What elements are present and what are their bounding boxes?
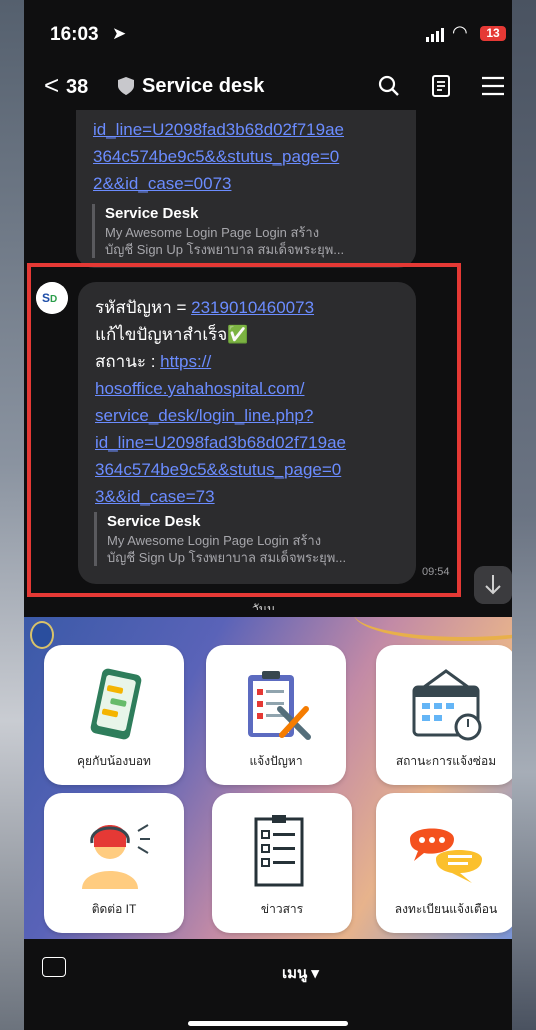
verified-shield-icon — [118, 77, 134, 95]
decorative-swoosh — [354, 617, 512, 641]
background-right — [512, 0, 536, 1030]
preview-description: บัญชี Sign Up โรงพยาบาล สมเด็จพระยุพ... — [105, 242, 345, 257]
speech-bubbles-icon — [410, 828, 482, 883]
unread-count[interactable]: 38 — [66, 76, 88, 99]
tile-label: ลงทะเบียนแจ้งเตือน — [394, 902, 498, 916]
clipboard-tools-icon — [248, 671, 311, 740]
menu-tile-report-problem[interactable]: แจ้งปัญหา — [206, 645, 346, 785]
phone-screen: 16:03 ➤ ◠ 13 < 38 Service desk id_line=U… — [24, 0, 512, 1030]
chat-area: id_line=U2098fad3b68d02f719ae 364c574be9… — [24, 110, 512, 610]
background-left — [0, 0, 24, 1030]
notes-icon[interactable] — [428, 73, 454, 99]
tile-label: ข่าวสาร — [260, 902, 304, 916]
keyboard-icon[interactable] — [42, 957, 66, 977]
bottom-bar: เมนู ▾ — [24, 939, 512, 1030]
menu-tile-repair-status[interactable]: สถานะการแจ้งซ่อม — [376, 645, 512, 785]
preview-description: My Awesome Login Page Login สร้าง — [105, 225, 320, 240]
calendar-clock-icon — [412, 669, 482, 741]
chat-phone-icon — [90, 668, 142, 740]
preview-title: Service Desk — [105, 205, 199, 222]
chat-header: < 38 Service desk — [24, 62, 512, 110]
tile-label: แจ้งปัญหา — [249, 754, 303, 768]
hamburger-menu-icon[interactable] — [480, 73, 506, 99]
status-time: 16:03 — [50, 24, 99, 45]
cellular-signal-icon — [426, 28, 444, 42]
rich-menu: คุยกับน้องบอท แจ้งปัญหา สถานะการแจ้งซ่อม… — [24, 617, 512, 939]
tile-label: ติดต่อ IT — [91, 902, 137, 916]
tile-label: คุยกับน้องบอท — [77, 754, 151, 768]
message-text: id_line=U2098fad3b68d02f719ae 364c574be9… — [93, 116, 344, 197]
scroll-down-button[interactable] — [474, 566, 512, 604]
link-preview[interactable]: Service Desk My Awesome Login Page Login… — [92, 204, 405, 258]
battery-indicator: 13 — [480, 26, 506, 41]
message-link-line[interactable]: 2&&id_case=0073 — [93, 170, 344, 197]
home-indicator — [188, 1021, 348, 1026]
message-link-line[interactable]: 364c574be9c5&&stutus_page=0 — [93, 143, 344, 170]
back-chevron-icon[interactable]: < — [44, 72, 59, 98]
chat-title: Service desk — [142, 75, 265, 97]
location-arrow-icon: ➤ — [112, 24, 127, 43]
menu-toggle[interactable]: เมนู ▾ — [282, 961, 319, 985]
menu-tile-news[interactable]: ข่าวสาร — [212, 793, 352, 933]
menu-tile-register-notify[interactable]: ลงทะเบียนแจ้งเตือน — [376, 793, 512, 933]
highlight-box — [27, 263, 461, 597]
hospital-logo — [30, 621, 54, 649]
menu-tile-contact-it[interactable]: ติดต่อ IT — [44, 793, 184, 933]
search-icon[interactable] — [376, 73, 402, 99]
message-link-line[interactable]: id_line=U2098fad3b68d02f719ae — [93, 116, 344, 143]
menu-tile-chat-bot[interactable]: คุยกับน้องบอท — [44, 645, 184, 785]
status-bar: 16:03 ➤ ◠ 13 — [24, 0, 512, 62]
day-separator: วันน — [252, 602, 276, 610]
designer-credit: ออกแบบโดยงาน IT — [451, 928, 502, 934]
news-checklist-icon — [254, 815, 304, 887]
tile-label: สถานะการแจ้งซ่อม — [395, 754, 497, 768]
wifi-icon: ◠ — [452, 22, 468, 42]
support-agent-icon — [82, 824, 150, 889]
message-bubble[interactable]: id_line=U2098fad3b68d02f719ae 364c574be9… — [76, 110, 416, 268]
